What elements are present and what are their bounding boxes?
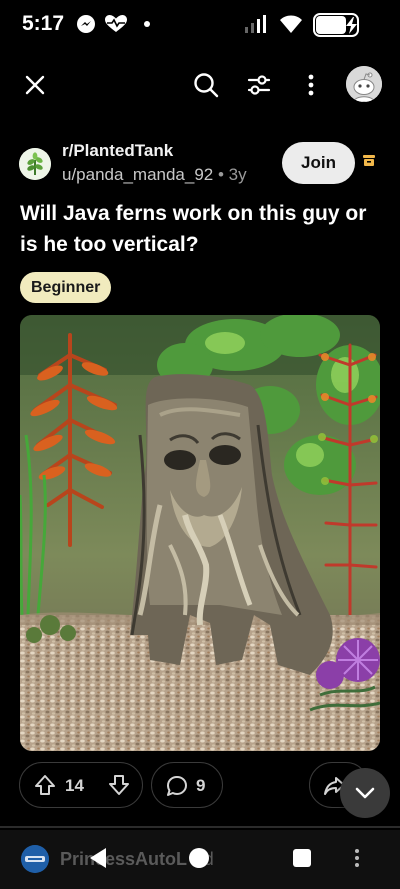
search-icon <box>194 73 219 98</box>
downvote-button[interactable] <box>108 774 130 796</box>
top-toolbar <box>0 58 400 114</box>
upvote-button[interactable] <box>34 774 56 796</box>
battery-icon <box>313 13 359 37</box>
recent-apps-button[interactable] <box>293 849 311 867</box>
downvote-icon <box>109 775 129 795</box>
comment-count: 9 <box>196 776 206 795</box>
more-vertical-icon <box>308 74 314 96</box>
close-button[interactable] <box>18 68 52 102</box>
meta-separator: • <box>217 165 224 184</box>
comment-icon <box>167 776 187 796</box>
upvote-icon <box>35 775 55 795</box>
ad-logo <box>21 845 49 873</box>
home-button[interactable] <box>189 848 209 868</box>
back-icon[interactable] <box>88 846 108 870</box>
close-icon <box>25 75 45 95</box>
upvote-count: 14 <box>65 776 84 795</box>
ad-name: PrincessAutoL <box>60 849 187 869</box>
post-age: 3y <box>228 165 247 184</box>
comments-button[interactable]: 9 <box>151 762 223 808</box>
subreddit-name[interactable]: r/PlantedTank <box>62 141 173 161</box>
vote-control: 14 <box>19 762 143 808</box>
divider <box>0 826 400 828</box>
more-vertical-icon[interactable] <box>354 848 360 868</box>
messenger-icon <box>77 15 95 33</box>
search-button[interactable] <box>189 68 223 102</box>
plant-icon <box>19 148 51 180</box>
chevron-down-icon <box>355 787 375 799</box>
post-flair[interactable]: Beginner <box>20 272 112 303</box>
more-options-button[interactable] <box>296 68 326 102</box>
post-title[interactable]: Will Java ferns work on this guy or is h… <box>20 198 388 260</box>
filter-icon <box>247 75 271 95</box>
snoo-avatar-icon <box>346 66 382 102</box>
status-time: 5:17 <box>22 12 65 35</box>
mod-badge-icon <box>363 155 375 166</box>
post-header: r/PlantedTank u/panda_manda_92 • 3y Join <box>0 138 400 194</box>
subreddit-icon[interactable] <box>19 148 51 180</box>
signal-icon <box>245 15 266 33</box>
wifi-icon <box>280 15 302 33</box>
health-icon <box>105 15 127 32</box>
aquarium-image <box>20 315 380 751</box>
post-author[interactable]: u/panda_manda_92 <box>62 165 213 184</box>
join-button[interactable]: Join <box>282 142 355 184</box>
post-image[interactable] <box>20 315 380 751</box>
advertiser-logo-icon <box>21 845 49 873</box>
filter-button[interactable] <box>242 68 276 102</box>
post-meta: u/panda_manda_92 • 3y <box>62 165 247 185</box>
user-avatar[interactable] <box>346 66 382 102</box>
scroll-down-button[interactable] <box>340 768 390 818</box>
status-bar: 5:17 <box>0 0 400 48</box>
notification-dot-icon <box>144 21 150 27</box>
